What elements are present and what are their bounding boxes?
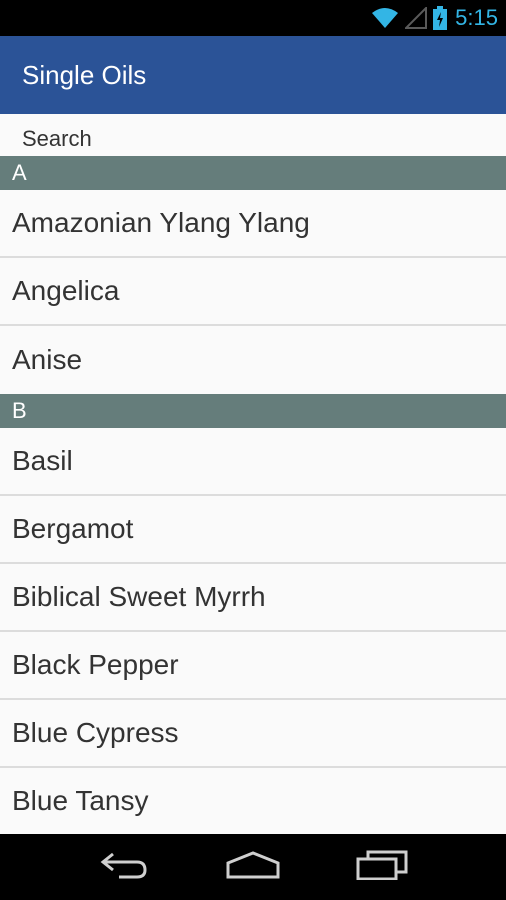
status-bar: 5:15 <box>0 0 506 36</box>
list-item[interactable]: Basil <box>0 428 506 496</box>
back-button[interactable] <box>84 837 164 897</box>
action-bar: Single Oils <box>0 36 506 114</box>
list-item[interactable]: Biblical Sweet Myrrh <box>0 564 506 632</box>
section-header-b: B <box>0 394 506 428</box>
wifi-icon <box>371 7 399 29</box>
battery-charging-icon <box>433 6 448 30</box>
search-input[interactable] <box>0 114 506 156</box>
list-item[interactable]: Blue Cypress <box>0 700 506 768</box>
status-time: 5:15 <box>455 5 498 30</box>
page-title: Single Oils <box>22 59 147 90</box>
signal-icon <box>405 7 428 29</box>
list-item[interactable]: Black Pepper <box>0 632 506 700</box>
oil-list[interactable]: A Amazonian Ylang Ylang Angelica Anise B… <box>0 156 506 834</box>
list-item[interactable]: Angelica <box>0 258 506 326</box>
list-item[interactable]: Anise <box>0 326 506 394</box>
list-item[interactable]: Blue Tansy <box>0 768 506 834</box>
navigation-bar <box>0 834 506 900</box>
section-header-a: A <box>0 156 506 190</box>
recent-apps-icon <box>356 850 408 885</box>
home-button[interactable] <box>213 837 293 897</box>
list-item[interactable]: Amazonian Ylang Ylang <box>0 190 506 258</box>
recent-apps-button[interactable] <box>342 837 422 897</box>
list-item[interactable]: Bergamot <box>0 496 506 564</box>
home-icon <box>225 850 281 885</box>
back-icon <box>99 850 149 885</box>
